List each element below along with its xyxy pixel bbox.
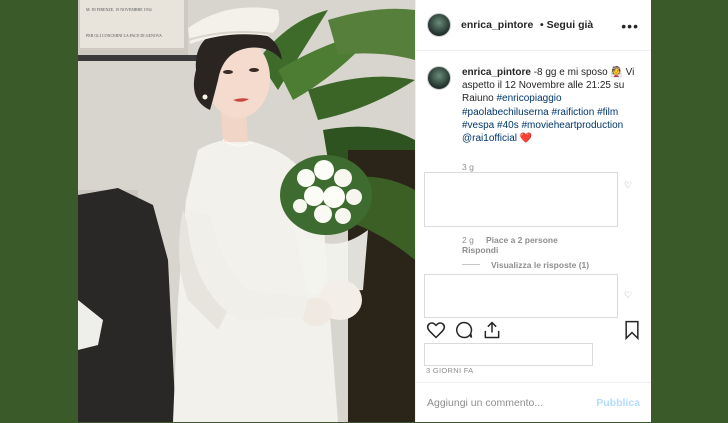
plaque-line2: PER GLI CONCERNI LA PACE DI GENOVA <box>86 33 162 38</box>
more-options-icon[interactable]: ••• <box>621 18 639 34</box>
add-comment-input[interactable]: Aggiungi un commento... <box>427 397 543 409</box>
likes-count-redacted <box>424 343 593 366</box>
reply-link[interactable]: Rispondi <box>462 245 498 255</box>
view-replies-link[interactable]: Visualizza le risposte (1) <box>491 260 589 270</box>
like-heart-icon[interactable] <box>426 320 446 340</box>
comment-like-heart-icon[interactable]: ♡ <box>624 180 632 191</box>
post-side-panel: enrica_pintore • Segui già ••• enrica_pi… <box>415 0 651 422</box>
caption-username[interactable]: enrica_pintore <box>462 67 531 78</box>
avatar[interactable] <box>427 13 451 37</box>
instagram-post-modal: M. IN FIRENZE, 19 NOVEMBRE 1934 PER GLI … <box>78 0 651 422</box>
caption-heart: ❤️ <box>519 133 533 145</box>
comment-like-heart-icon-2[interactable]: ♡ <box>624 290 632 301</box>
comment-likes[interactable]: Piace a 2 persone <box>486 235 558 245</box>
replies-divider <box>462 264 480 265</box>
header-username[interactable]: enrica_pintore <box>461 19 533 31</box>
publish-button[interactable]: Pubblica <box>596 397 640 409</box>
action-bar <box>426 320 641 342</box>
bride-photo-illustration: M. IN FIRENZE, 19 NOVEMBRE 1934 PER GLI … <box>78 0 415 422</box>
post-header: enrica_pintore • Segui già ••• <box>416 0 651 51</box>
comment-age: 2 g <box>462 235 474 245</box>
comment-2-redacted <box>424 274 618 318</box>
comment-1-redacted <box>424 172 618 227</box>
comment-icon[interactable] <box>454 320 474 340</box>
follow-status[interactable]: • Segui già <box>540 19 593 31</box>
post-date: 3 GIORNI FA <box>426 366 474 375</box>
save-bookmark-icon[interactable] <box>623 320 641 340</box>
caption-avatar[interactable] <box>427 66 451 90</box>
add-comment-bar: Aggiungi un commento... Pubblica <box>416 382 651 423</box>
post-photo[interactable]: M. IN FIRENZE, 19 NOVEMBRE 1934 PER GLI … <box>78 0 415 422</box>
caption-age: 3 g <box>462 162 474 172</box>
post-caption: enrica_pintore -8 gg e mi sposo 👰 Vi asp… <box>462 66 642 145</box>
share-icon[interactable] <box>482 320 502 340</box>
